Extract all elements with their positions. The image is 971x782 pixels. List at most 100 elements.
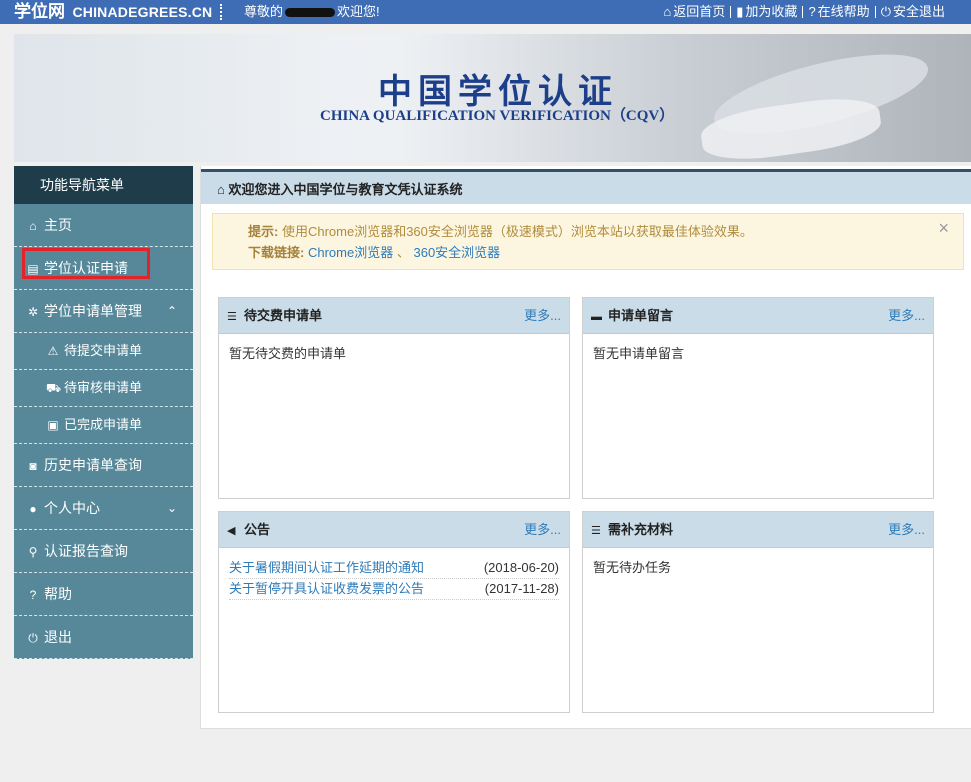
sidebar-item-label: 个人中心 <box>44 500 100 516</box>
more-link[interactable]: 更多... <box>888 512 925 547</box>
chevron-up-icon[interactable]: ⌃ <box>167 290 177 332</box>
pending-payment-card: ☰ 待交费申请单 更多... 暂无待交费的申请单 <box>218 297 570 499</box>
tip-line: 提示: 使用Chrome浏览器和360安全浏览器（极速模式）浏览本站以获取最佳体… <box>248 221 963 242</box>
link-separator: 、 <box>396 245 410 260</box>
list-item: 关于暑假期间认证工作延期的通知 (2018-06-20) <box>229 558 559 579</box>
nav-help-label: 在线帮助 <box>817 4 870 19</box>
announcement-link[interactable]: 关于暑假期间认证工作延期的通知 <box>229 558 424 578</box>
empty-message: 暂无申请单留言 <box>593 346 685 361</box>
card-title: 需补充材料 <box>608 522 674 537</box>
comment-icon: ▬ <box>591 311 602 323</box>
sidebar-item-label: 主页 <box>44 217 72 233</box>
sidebar-item-help[interactable]: ? 帮助 <box>14 573 193 616</box>
card-body: 暂无待交费的申请单 <box>219 334 569 374</box>
empty-message: 暂无待办任务 <box>593 560 672 575</box>
site-name-en: CHINADEGREES.CN <box>72 4 213 20</box>
sidebar-item-pending-review[interactable]: ⛟ 待审核申请单 <box>14 370 193 407</box>
sidebar-header: 功能导航菜单 <box>14 166 193 204</box>
sidebar-item-label: 退出 <box>44 629 72 645</box>
nav-bookmark-label: 加为收藏 <box>745 4 798 19</box>
card-body: 暂无待办任务 <box>583 548 933 588</box>
nav-home-link[interactable]: ⌂ 返回首页 <box>663 3 725 21</box>
close-icon[interactable]: × <box>938 218 949 239</box>
sidebar-nav: 功能导航菜单 ⌂ 主页 ▤ 学位认证申请 ✲ 学位申请单管理 ⌃ ⚠ 待提交申请单 ⛟ 待… <box>14 166 193 659</box>
bullhorn-icon: ◀ <box>227 525 236 537</box>
sidebar-item-label: 认证报告查询 <box>44 543 128 559</box>
announcements-card: ◀ 公告 更多... 关于暑假期间认证工作延期的通知 (2018-06-20) 关… <box>218 511 570 713</box>
messages-card: ▬ 申请单留言 更多... 暂无申请单留言 <box>582 297 934 499</box>
nav-logout-link[interactable]: ⏻ 安全退出 <box>870 3 945 21</box>
empty-message: 暂无待交费的申请单 <box>229 346 347 361</box>
user-greeting: 尊敬的 欢迎您! <box>244 4 380 20</box>
sidebar-item-label: 待提交申请单 <box>64 343 143 358</box>
page-title-text: 欢迎您进入中国学位与教育文凭认证系统 <box>228 182 463 197</box>
site-logo[interactable]: 学位网 CHINADEGREES.CN <box>14 2 212 23</box>
gear-icon: ✲ <box>27 305 39 319</box>
warning-icon: ⚠ <box>47 344 59 358</box>
briefcase-icon: ▣ <box>47 418 59 432</box>
site-name-cn: 学位网 <box>14 2 65 21</box>
card-body: 关于暑假期间认证工作延期的通知 (2018-06-20) 关于暂停开具认证收费发… <box>219 548 569 610</box>
list-item: 关于暂停开具认证收费发票的公告 (2017-11-28) <box>229 579 559 600</box>
sidebar-item-label: 帮助 <box>44 586 72 602</box>
sidebar-item-logout[interactable]: ⏻ 退出 <box>14 616 193 659</box>
sidebar-item-personal-center[interactable]: ● 个人中心 ⌄ <box>14 487 193 530</box>
sidebar-item-report-query[interactable]: ⚲ 认证报告查询 <box>14 530 193 573</box>
bookmark-icon: ▮ <box>736 4 744 19</box>
user-icon: ● <box>29 502 37 516</box>
camera-icon: ◙ <box>29 459 37 473</box>
header-banner: 中国学位认证 CHINA QUALIFICATION VERIFICATION（… <box>14 34 971 162</box>
sidebar-item-home[interactable]: ⌂ 主页 <box>14 204 193 247</box>
brand-divider <box>220 4 224 20</box>
sidebar-item-application-management[interactable]: ✲ 学位申请单管理 ⌃ <box>14 290 193 333</box>
list-icon: ☰ <box>227 311 237 323</box>
power-icon: ⏻ <box>28 631 38 645</box>
announcement-link[interactable]: 关于暂停开具认证收费发票的公告 <box>229 579 424 599</box>
card-header: ◀ 公告 更多... <box>219 512 569 548</box>
card-title: 待交费申请单 <box>244 308 323 323</box>
more-link[interactable]: 更多... <box>888 298 925 333</box>
supplements-card: ☰ 需补充材料 更多... 暂无待办任务 <box>582 511 934 713</box>
360-download-link[interactable]: 360安全浏览器 <box>413 245 500 260</box>
greeting-prefix: 尊敬的 <box>244 4 284 19</box>
sidebar-item-label: 历史申请单查询 <box>44 457 142 473</box>
card-title: 申请单留言 <box>608 308 674 323</box>
sidebar-item-completed[interactable]: ▣ 已完成申请单 <box>14 407 193 444</box>
tip-label: 提示: <box>248 224 279 239</box>
sidebar-item-label: 学位申请单管理 <box>44 303 142 319</box>
help-icon: ? <box>808 4 816 19</box>
page-title: ⌂ 欢迎您进入中国学位与教育文凭认证系统 <box>201 169 971 204</box>
sidebar-item-history-query[interactable]: ◙ 历史申请单查询 <box>14 444 193 487</box>
sidebar-item-label: 学位认证申请 <box>44 260 128 276</box>
main-panel: ⌂ 欢迎您进入中国学位与教育文凭认证系统 提示: 使用Chrome浏览器和360… <box>200 166 971 729</box>
nav-bookmark-link[interactable]: ▮ 加为收藏 <box>725 3 797 21</box>
sidebar-item-degree-application[interactable]: ▤ 学位认证申请 <box>14 247 193 290</box>
card-header: ▬ 申请单留言 更多... <box>583 298 933 334</box>
nav-help-link[interactable]: ? 在线帮助 <box>797 3 869 21</box>
greeting-suffix: 欢迎您! <box>337 4 380 19</box>
chevron-down-icon[interactable]: ⌄ <box>167 487 177 529</box>
more-link[interactable]: 更多... <box>524 512 561 547</box>
card-header: ☰ 待交费申请单 更多... <box>219 298 569 334</box>
cart-icon: ⛟ <box>46 381 62 395</box>
nav-logout-label: 安全退出 <box>892 4 945 19</box>
download-label: 下载链接: <box>248 245 305 260</box>
top-nav: ⌂ 返回首页 ▮ 加为收藏 ? 在线帮助 ⏻ 安全退出 <box>663 3 945 21</box>
question-icon: ? <box>29 588 37 602</box>
chrome-download-link[interactable]: Chrome浏览器 <box>308 245 393 260</box>
nav-home-label: 返回首页 <box>673 4 726 19</box>
banner-title-en: CHINA QUALIFICATION VERIFICATION（CQV） <box>320 108 675 124</box>
home-icon: ⌂ <box>29 219 37 233</box>
top-bar: 学位网 CHINADEGREES.CN 尊敬的 欢迎您! ⌂ 返回首页 ▮ 加为收… <box>0 0 971 24</box>
download-links: 下载链接: Chrome浏览器 、 360安全浏览器 <box>248 242 963 263</box>
document-icon: ▤ <box>27 262 39 276</box>
more-link[interactable]: 更多... <box>524 298 561 333</box>
tip-text: 使用Chrome浏览器和360安全浏览器（极速模式）浏览本站以获取最佳体验效果。 <box>281 224 753 239</box>
card-title: 公告 <box>244 522 271 537</box>
power-icon: ⏻ <box>880 4 891 19</box>
masked-username <box>285 8 336 18</box>
sidebar-item-pending-submission[interactable]: ⚠ 待提交申请单 <box>14 333 193 370</box>
card-header: ☰ 需补充材料 更多... <box>583 512 933 548</box>
browser-tip-alert: 提示: 使用Chrome浏览器和360安全浏览器（极速模式）浏览本站以获取最佳体… <box>212 213 964 270</box>
list-icon: ☰ <box>591 525 601 537</box>
